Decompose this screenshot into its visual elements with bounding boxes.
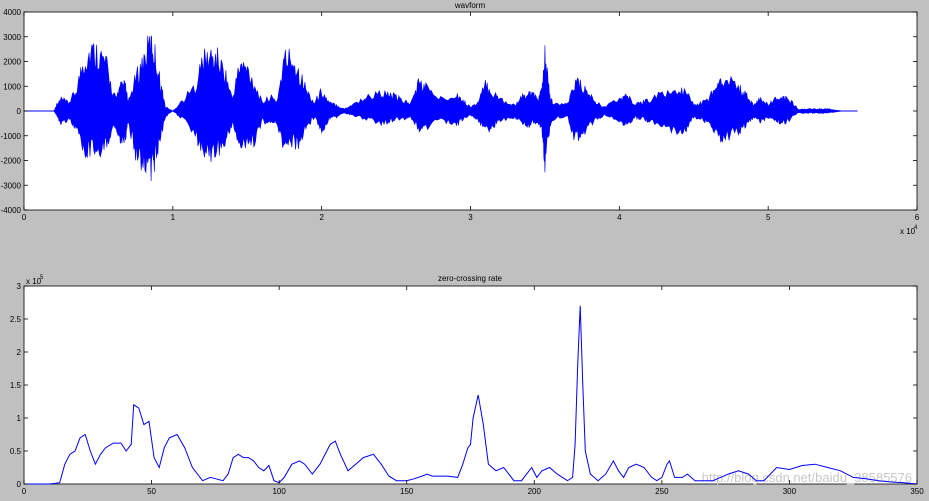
zcr-xtick-label: 100 [272,487,286,496]
zcr-ytick-label: 2 [17,348,22,357]
zcr-y-exponent-power: 5 [40,275,44,281]
waveform-ytick-label: -2000 [1,157,22,166]
zcr-xtick-label: 50 [147,487,156,496]
waveform-ytick-label: -4000 [1,206,22,215]
zcr-title: zero-crossing rate [438,274,503,283]
figure: wavform 0 1 2 3 4 5 6-4000-3000-2000-100001000… [1,1,925,496]
zcr-xtick-label: 200 [528,487,542,496]
zcr-ytick-label: 3 [17,282,22,291]
waveform-ytick-label: 1000 [3,82,21,91]
waveform-ytick-label: 3000 [3,33,21,42]
zcr-plot-area [23,285,918,485]
zcr-axes: zero-crossing rate http://blog.csdn.net/… [10,274,924,496]
zcr-xtick-label: 0 [22,487,27,496]
zcr-xtick-label: 150 [400,487,414,496]
zcr-xtick-label: 300 [783,487,797,496]
waveform-ytick-label: -3000 [1,181,22,190]
zcr-ytick-label: 0.5 [10,447,22,456]
waveform-ytick-label: -1000 [1,132,22,141]
zcr-xtick-label: 350 [910,487,924,496]
waveform-ytick-label: 2000 [3,58,21,67]
waveform-xtick-label: 5 [766,213,771,222]
waveform-xtick-label: 6 [915,213,920,222]
waveform-xtick-label: 0 [22,213,27,222]
waveform-xtick-label: 3 [468,213,473,222]
zcr-ytick-label: 1.5 [10,381,22,390]
waveform-axes: wavform 0 1 2 3 4 5 6 -4000 -3000 -2000 -1000 0 1000… [1,1,920,236]
zcr-ytick-label: 0 [17,480,22,489]
zcr-ytick-label: 2.5 [10,315,22,324]
waveform-xtick-label: 1 [171,213,176,222]
waveform-x-exponent-power: 4 [914,225,918,231]
zcr-xtick-label: 250 [655,487,669,496]
zcr-ytick-label: 1 [17,414,22,423]
waveform-ytick-label: 4000 [3,8,21,17]
waveform-xtick-label: 4 [617,213,622,222]
waveform-title: wavform [454,1,486,10]
waveform-xtick-label: 2 [319,213,324,222]
waveform-ytick-label: 0 [17,107,22,116]
